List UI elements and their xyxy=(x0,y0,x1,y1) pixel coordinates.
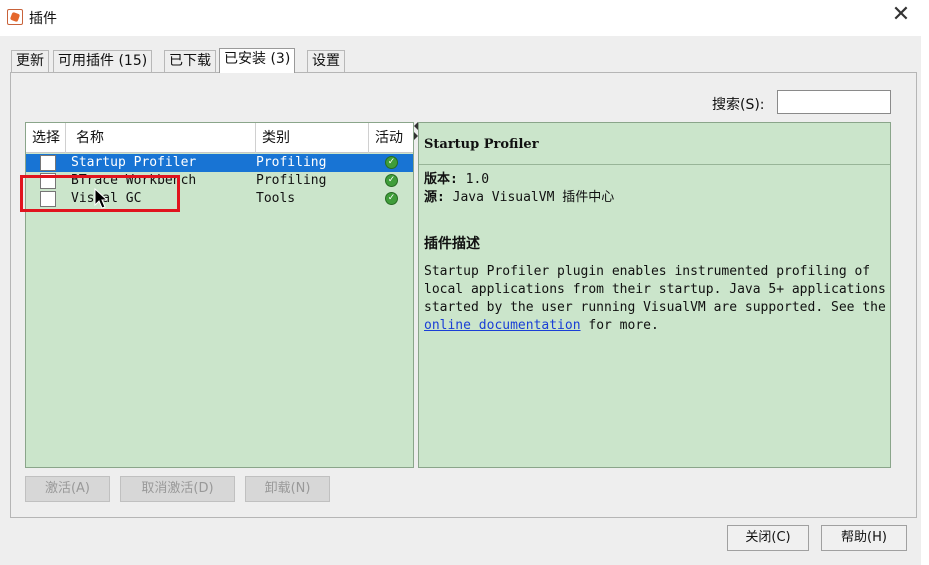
activate-button[interactable]: 激活(A) xyxy=(25,476,110,502)
plugins-dialog: 更新 可用插件 (15) 已下载 已安装 (3) 设置 搜索(S): 选择 名称… xyxy=(0,36,921,565)
detail-title: Startup Profiler xyxy=(424,137,539,152)
source-line: 源: Java VisualVM 插件中心 xyxy=(424,189,614,207)
table-row[interactable]: Startup Profiler Profiling ✓ xyxy=(26,154,413,172)
search-input[interactable] xyxy=(777,90,891,114)
plugin-detail-panel: Startup Profiler 版本: 1.0 源: Java VisualV… xyxy=(418,122,891,468)
version-label: 版本: xyxy=(424,172,458,187)
column-header-select[interactable]: 选择 xyxy=(26,123,66,153)
help-button[interactable]: 帮助(H) xyxy=(821,525,907,551)
version-value: 1.0 xyxy=(465,172,490,187)
description-tail: for more. xyxy=(588,318,659,333)
column-header-name[interactable]: 名称 xyxy=(70,123,256,153)
tab-settings[interactable]: 设置 xyxy=(307,50,345,72)
tab-updates[interactable]: 更新 xyxy=(11,50,49,72)
column-header-active[interactable]: 活动 xyxy=(369,123,413,153)
close-icon[interactable]: ✕ xyxy=(889,4,913,28)
close-button[interactable]: 关闭(C) xyxy=(727,525,809,551)
visualvm-app-icon xyxy=(7,9,23,25)
table-header: 选择 名称 类别 活动 xyxy=(26,123,413,153)
check-circle-icon: ✓ xyxy=(385,156,398,169)
tab-available-plugins[interactable]: 可用插件 (15) xyxy=(53,50,153,72)
mouse-cursor-icon xyxy=(94,188,109,209)
check-circle-icon: ✓ xyxy=(385,192,398,205)
detail-header: Startup Profiler xyxy=(419,123,890,165)
window-title: 插件 xyxy=(29,11,57,27)
plugin-name: Startup Profiler xyxy=(71,155,197,170)
search-label: 搜索(S): xyxy=(712,97,765,113)
description-body: Startup Profiler plugin enables instrume… xyxy=(424,264,886,315)
uninstall-button[interactable]: 卸载(N) xyxy=(245,476,330,502)
description-heading: 插件描述 xyxy=(424,236,480,252)
source-value: Java VisualVM 插件中心 xyxy=(452,190,615,205)
column-header-category[interactable]: 类别 xyxy=(256,123,369,153)
tab-installed[interactable]: 已安装 (3) xyxy=(219,48,296,73)
version-line: 版本: 1.0 xyxy=(424,171,489,189)
description-text: Startup Profiler plugin enables instrume… xyxy=(424,263,886,335)
window-edge xyxy=(921,0,929,565)
deactivate-button[interactable]: 取消激活(D) xyxy=(120,476,235,502)
tab-downloaded[interactable]: 已下载 xyxy=(164,50,216,72)
plugin-category: Tools xyxy=(256,191,296,206)
plugin-table: 选择 名称 类别 活动 Startup Profiler Profiling ✓… xyxy=(25,122,414,468)
title-bar: 插件 ✕ xyxy=(0,0,929,36)
source-label: 源: xyxy=(424,190,445,205)
check-circle-icon: ✓ xyxy=(385,174,398,187)
plugin-checkbox[interactable] xyxy=(40,155,56,171)
plugin-category: Profiling xyxy=(256,173,327,188)
online-documentation-link[interactable]: online documentation xyxy=(424,318,581,333)
plugin-category: Profiling xyxy=(256,155,327,170)
